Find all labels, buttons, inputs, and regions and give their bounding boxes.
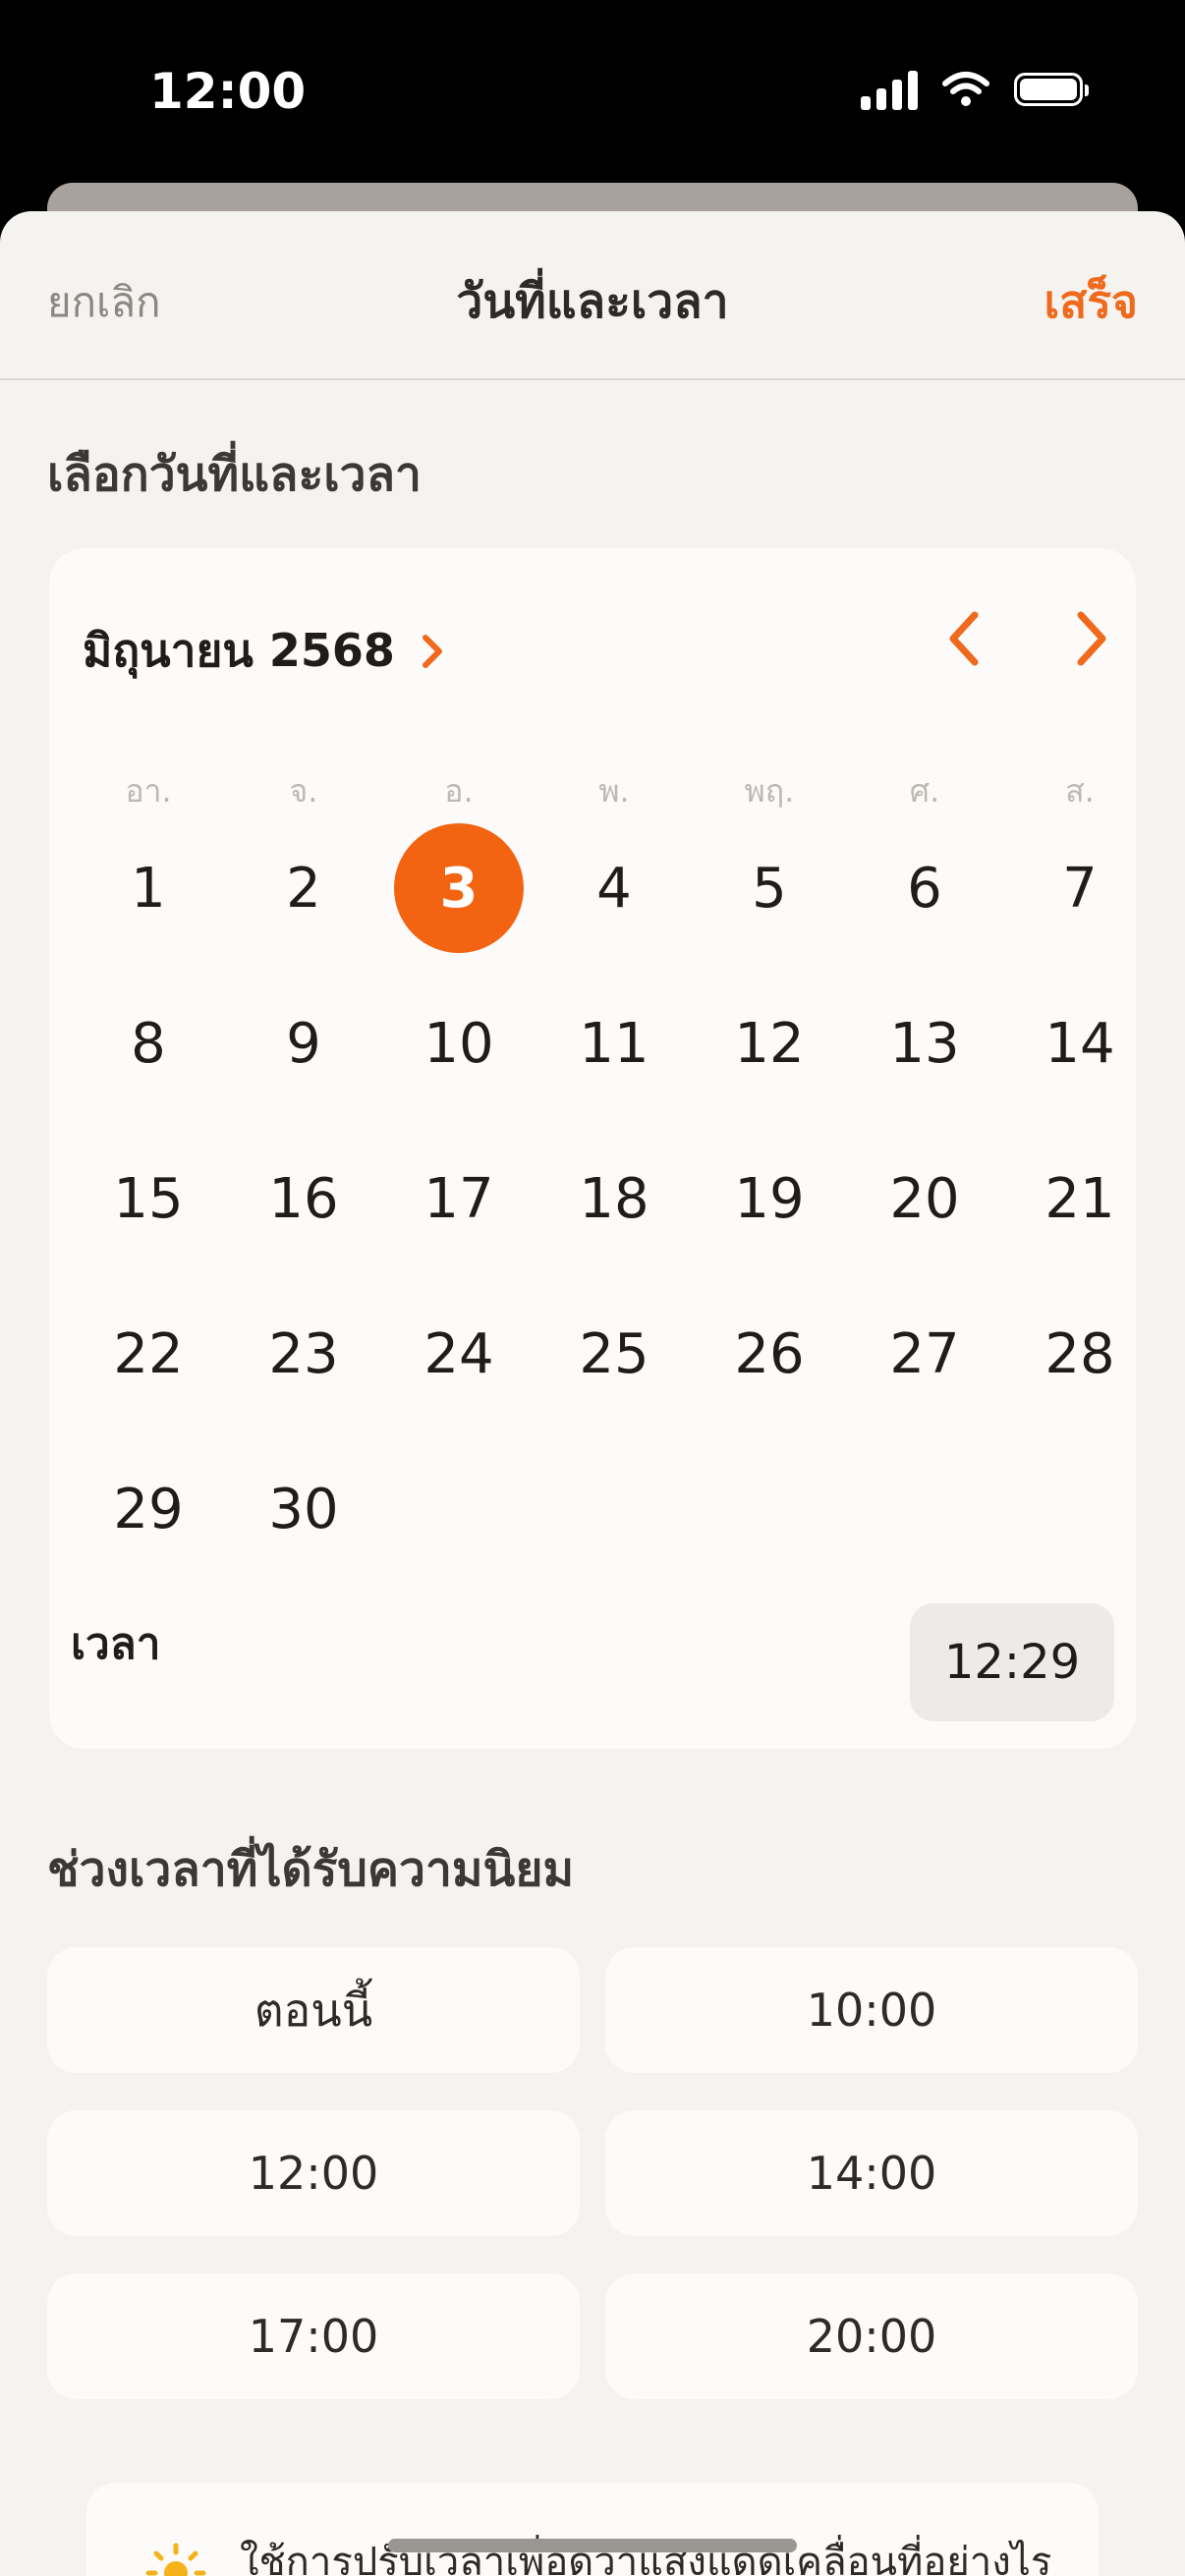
day-cell[interactable]: 7 [1002,819,1157,957]
day-number: 3 [394,823,524,953]
day-cell[interactable]: 28 [1002,1285,1157,1423]
day-number: 22 [113,1321,184,1386]
day-cell[interactable]: 29 [71,1440,226,1578]
weekday-label: พ. [598,772,630,810]
day-cell[interactable]: 14 [1002,975,1157,1112]
day-number: 2 [286,856,321,921]
day-number: 1 [131,856,166,921]
day-number: 12 [734,1011,805,1076]
day-number: 28 [1044,1321,1115,1386]
day-number: 5 [752,856,787,921]
day-number: 29 [113,1477,184,1541]
battery-icon [1014,73,1089,106]
day-cell[interactable]: 8 [71,975,226,1112]
day-cell[interactable]: 13 [847,975,1002,1112]
day-cell[interactable]: 19 [692,1130,847,1267]
slot-2000-button[interactable]: 20:00 [605,2273,1138,2399]
day-cell[interactable]: 30 [226,1440,381,1578]
chevron-right-icon [422,634,442,668]
tip-card: ใช้การปรับเวลาเพื่อดูว่าแสงแดดเคลื่อนที่… [86,2483,1099,2576]
slot-now-button[interactable]: ตอนนี้ [47,1947,580,2073]
next-month-button[interactable] [1063,607,1118,670]
day-cell[interactable]: 26 [692,1285,847,1423]
day-number: 16 [268,1166,339,1231]
day-cell[interactable]: 12 [692,975,847,1112]
weekday-label: พฤ. [744,772,795,810]
day-number: 8 [131,1011,166,1076]
day-cell[interactable]: 23 [226,1285,381,1423]
day-cell[interactable]: 22 [71,1285,226,1423]
day-cell[interactable]: 10 [381,975,536,1112]
day-cell[interactable]: 24 [381,1285,536,1423]
day-number: 7 [1062,856,1098,921]
day-number: 19 [734,1166,805,1231]
slot-1200-button[interactable]: 12:00 [47,2110,580,2236]
day-cell[interactable]: 4 [536,819,692,957]
nav-bar: ยกเลิก วันที่และเวลา เสร็จ [0,211,1185,380]
day-cell[interactable]: 18 [536,1130,692,1267]
section-title-date: เลือกวันที่และเวลา [47,447,422,502]
day-number: 30 [268,1477,339,1541]
sun-icon [145,2543,206,2576]
day-cell[interactable]: 25 [536,1285,692,1423]
day-number: 10 [423,1011,494,1076]
day-number: 18 [579,1166,649,1231]
month-label: มิถุนายน 2568 [83,624,395,677]
day-cell[interactable]: 27 [847,1285,1002,1423]
day-cell[interactable]: 2 [226,819,381,957]
home-indicator [388,2539,797,2552]
slot-1700-button[interactable]: 17:00 [47,2273,580,2399]
day-cell[interactable]: 6 [847,819,1002,957]
day-number: 15 [113,1166,184,1231]
day-cell[interactable]: 5 [692,819,847,957]
day-cell[interactable]: 17 [381,1130,536,1267]
day-cell[interactable]: 20 [847,1130,1002,1267]
day-number: 17 [423,1166,494,1231]
day-number: 21 [1044,1166,1115,1231]
day-number: 6 [907,856,942,921]
weekday-label: จ. [289,772,318,810]
day-number: 26 [734,1321,805,1386]
day-cell[interactable]: 11 [536,975,692,1112]
time-label: เวลา [71,1619,161,1669]
slot-1000-button[interactable]: 10:00 [605,1947,1138,2073]
slot-1400-button[interactable]: 14:00 [605,2110,1138,2236]
calendar-card: มิถุนายน 2568 อา. จ. อ. พ. พฤ. ศ. ส. 123456789… [49,548,1136,1749]
weekday-label: ส. [1065,772,1095,810]
time-picker[interactable]: 12:29 [910,1603,1114,1721]
day-number: 27 [889,1321,960,1386]
day-number: 25 [579,1321,649,1386]
day-cell[interactable]: 15 [71,1130,226,1267]
day-selected[interactable]: 3 [381,819,536,957]
day-number: 24 [423,1321,494,1386]
previous-month-button[interactable] [937,607,992,670]
date-time-sheet: ยกเลิก วันที่และเวลา เสร็จ เลือกวันที่แล… [0,211,1185,2576]
cellular-signal-icon [861,69,918,110]
weekday-label: อ. [444,772,474,810]
wifi-icon [942,72,989,106]
section-title-popular: ช่วงเวลาที่ได้รับความนิยม [47,1842,575,1897]
day-number: 4 [596,856,632,921]
status-icons [861,69,1089,110]
day-cell[interactable]: 16 [226,1130,381,1267]
weekday-label: ศ. [909,772,940,810]
status-time: 12:00 [149,63,307,120]
done-button[interactable]: เสร็จ [1044,266,1138,338]
tip-text: ใช้การปรับเวลาเพื่อดูว่าแสงแดดเคลื่อนที่… [240,2540,1052,2576]
sheet-title: วันที่และเวลา [456,274,729,329]
day-cell[interactable]: 1 [71,819,226,957]
day-number: 20 [889,1166,960,1231]
month-selector[interactable]: มิถุนายน 2568 [83,615,452,687]
day-cell[interactable]: 21 [1002,1130,1157,1267]
day-number: 13 [889,1011,960,1076]
status-bar: 12:00 [0,0,1185,187]
weekday-label: อา. [125,772,172,810]
day-number: 11 [579,1011,649,1076]
day-number: 14 [1044,1011,1115,1076]
day-cell[interactable]: 9 [226,975,381,1112]
day-number: 9 [286,1011,321,1076]
day-number: 23 [268,1321,339,1386]
